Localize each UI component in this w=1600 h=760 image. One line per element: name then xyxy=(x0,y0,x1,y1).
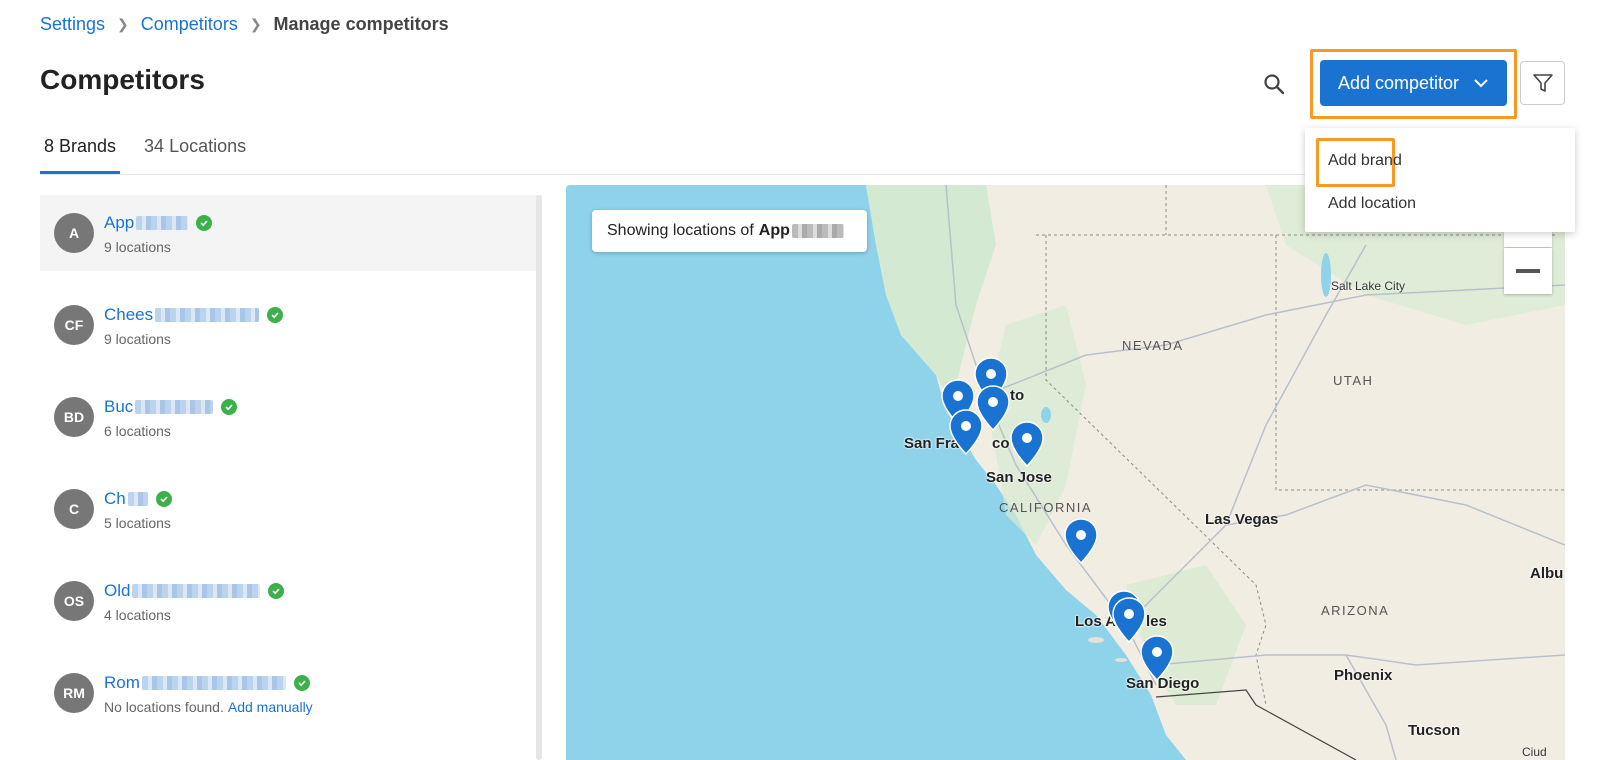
verified-check-icon xyxy=(221,399,238,415)
redacted-text xyxy=(136,216,189,230)
map-pin-icon[interactable] xyxy=(1140,635,1174,681)
location-count: 9 locations xyxy=(104,331,171,347)
brand-name-link[interactable]: Chees xyxy=(104,305,153,325)
minus-icon xyxy=(1516,269,1540,273)
add-competitor-label: Add competitor xyxy=(1337,72,1460,93)
avatar: RM xyxy=(54,673,94,713)
brand-list-item[interactable]: C Ch 5 locations xyxy=(40,471,542,563)
brand-list-item[interactable]: A App 9 locations xyxy=(40,195,542,271)
brand-name-link[interactable]: App xyxy=(104,213,134,233)
map-label-san-jose: San Jose xyxy=(986,469,1052,486)
brand-list-item[interactable]: CF Chees 9 locations xyxy=(40,287,542,379)
map-background xyxy=(566,185,1565,760)
map-label-phoenix: Phoenix xyxy=(1334,667,1393,684)
map-label-los-angeles-end: les xyxy=(1146,613,1167,630)
avatar: BD xyxy=(54,397,94,437)
map-pin-icon[interactable] xyxy=(1010,421,1044,467)
chevron-down-icon xyxy=(1474,79,1488,88)
brand-list: A App 9 locations CF Chees 9 locations B… xyxy=(40,195,542,760)
redacted-text xyxy=(155,308,260,322)
map-pin-icon[interactable] xyxy=(949,409,983,455)
map-label-sacramento: to xyxy=(1010,387,1025,404)
add-competitor-button[interactable]: Add competitor xyxy=(1320,60,1507,106)
avatar: OS xyxy=(54,581,94,621)
map-label-ciudad: Ciud xyxy=(1522,745,1547,759)
search-icon xyxy=(1264,74,1285,95)
breadcrumb: Settings ❯ Competitors ❯ Manage competit… xyxy=(40,14,449,35)
redacted-text xyxy=(135,400,214,414)
map-pin-icon[interactable] xyxy=(1064,518,1098,564)
showing-locations-brand: App xyxy=(758,222,790,239)
brand-list-item[interactable]: RM Rom No locations found. Add manually xyxy=(40,655,542,747)
tab-bar: 8 Brands 34 Locations xyxy=(40,128,270,175)
redacted-text xyxy=(791,224,844,238)
breadcrumb-competitors-link[interactable]: Competitors xyxy=(141,14,238,35)
page-title: Competitors xyxy=(40,64,205,95)
add-competitor-dropdown: Add brand Add location xyxy=(1305,128,1575,232)
location-count: 5 locations xyxy=(104,515,171,531)
brand-name-link[interactable]: Buc xyxy=(104,397,133,417)
redacted-text xyxy=(132,584,261,598)
breadcrumb-current: Manage competitors xyxy=(273,14,449,34)
brand-list-scrollbar[interactable] xyxy=(536,195,542,760)
brand-list-item[interactable]: BD Buc 6 locations xyxy=(40,379,542,471)
map-label-nevada: NEVADA xyxy=(1122,338,1184,353)
zoom-out-button[interactable] xyxy=(1504,248,1552,294)
brand-name-link[interactable]: Old xyxy=(104,581,130,601)
tab-locations[interactable]: 34 Locations xyxy=(140,128,250,175)
map-label-las-vegas: Las Vegas xyxy=(1205,511,1279,528)
filter-icon xyxy=(1532,74,1553,92)
map-label-california: CALIFORNIA xyxy=(999,500,1093,515)
avatar: C xyxy=(54,489,94,529)
verified-check-icon xyxy=(196,215,213,231)
map-label-tucson: Tucson xyxy=(1408,722,1461,739)
chevron-right-icon: ❯ xyxy=(117,16,129,32)
showing-locations-text: Showing locations of xyxy=(607,222,754,239)
redacted-text xyxy=(141,676,286,690)
map-label-albuquerque: Albu xyxy=(1530,565,1564,582)
showing-locations-card: Showing locations of App xyxy=(592,210,867,252)
breadcrumb-settings-link[interactable]: Settings xyxy=(40,14,105,35)
map-label-san-francisco-end: co xyxy=(992,435,1010,452)
brand-list-item[interactable]: OS Old 4 locations xyxy=(40,563,542,655)
location-count: 9 locations xyxy=(104,239,171,255)
avatar: A xyxy=(54,213,94,253)
filter-button[interactable] xyxy=(1520,61,1565,105)
chevron-right-icon: ❯ xyxy=(249,16,262,32)
verified-check-icon xyxy=(155,491,172,507)
menu-item-add-location[interactable]: Add location xyxy=(1328,195,1416,213)
add-manually-link[interactable]: Add manually xyxy=(228,699,313,715)
redacted-text xyxy=(127,492,148,506)
map-view[interactable]: NEVADA UTAH CALIFORNIA ARIZONA Salt Lake… xyxy=(566,185,1565,760)
map-label-arizona: ARIZONA xyxy=(1321,603,1390,618)
tab-brands[interactable]: 8 Brands xyxy=(40,128,121,175)
brand-name-link[interactable]: Rom xyxy=(104,673,140,693)
verified-check-icon xyxy=(293,675,310,691)
menu-item-add-brand[interactable]: Add brand xyxy=(1328,152,1402,170)
map-label-salt-lake-city: Salt Lake City xyxy=(1331,279,1406,293)
verified-check-icon xyxy=(268,583,285,599)
search-button[interactable] xyxy=(1258,68,1290,100)
location-status: No locations found. Add manually xyxy=(104,699,313,715)
location-count: 6 locations xyxy=(104,423,171,439)
brand-name-link[interactable]: Ch xyxy=(104,489,126,509)
verified-check-icon xyxy=(267,307,284,323)
map-label-utah: UTAH xyxy=(1333,373,1374,388)
location-count: 4 locations xyxy=(104,607,171,623)
avatar: CF xyxy=(54,305,94,345)
no-locations-text: No locations found. xyxy=(104,699,224,715)
tabs-divider xyxy=(40,174,1340,175)
